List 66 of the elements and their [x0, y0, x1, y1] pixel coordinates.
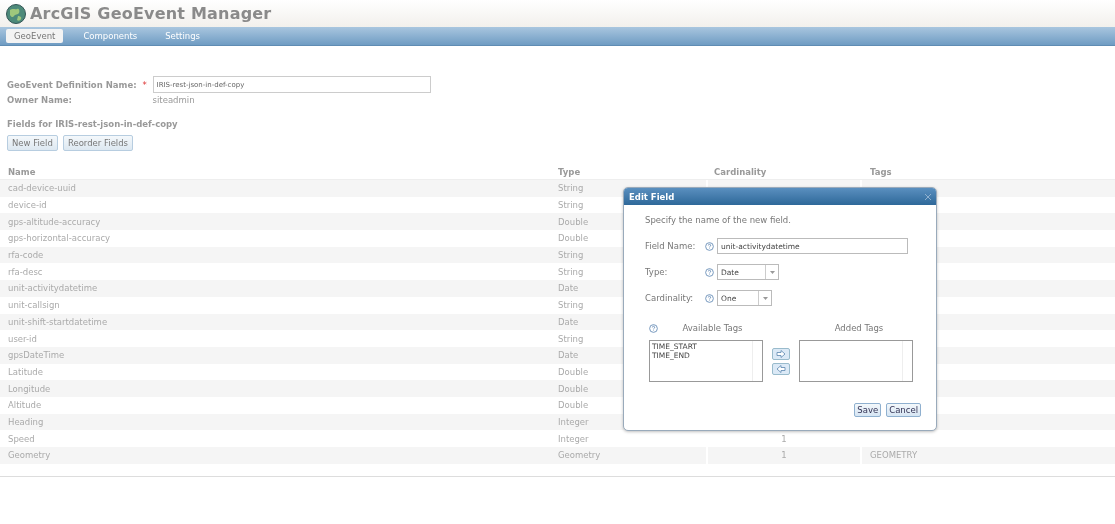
owner-value: siteadmin [152, 95, 196, 105]
table-cell: rfa-code [8, 250, 44, 261]
field-label: Owner Name: [7, 95, 73, 105]
table-cell: unit-shift-startdatetime [8, 316, 108, 327]
table-cell: Integer [558, 433, 589, 444]
table-cell: gps-horizontal-accuracy [8, 233, 111, 244]
dialog-button[interactable]: Save [854, 403, 882, 417]
table-cell: Double [558, 233, 589, 244]
table-cell: 1 [781, 433, 787, 444]
table-cell: String [558, 300, 584, 311]
help-icon[interactable] [649, 323, 661, 333]
table-cell: unit-callsign [8, 300, 60, 311]
field-label: GeoEvent Definition Name: [7, 79, 137, 90]
table-cell: Double [558, 216, 589, 227]
toolbar-button[interactable]: Reorder Fields [62, 135, 134, 151]
help-icon[interactable] [705, 241, 717, 251]
table-cell: Geometry [558, 450, 601, 461]
table-cell: Altitude [8, 400, 42, 411]
toolbar-button[interactable]: New Field [7, 135, 58, 151]
nav-tab[interactable]: GeoEvent [6, 29, 64, 43]
help-icon[interactable] [705, 267, 717, 277]
help-icon[interactable] [705, 293, 717, 303]
table-cell: Date [558, 350, 579, 361]
table-cell: gps-altitude-accuracy [8, 216, 101, 227]
table-cell: String [558, 266, 584, 277]
table-cell: Date [558, 316, 579, 327]
required-mark: * [142, 79, 148, 90]
section-heading: Fields for IRIS-rest-json-in-def-copy [7, 119, 179, 129]
caret-icon[interactable] [758, 291, 771, 305]
table-cell: Integer [558, 416, 589, 427]
globe-icon [6, 3, 26, 24]
table-cell: Date [558, 283, 579, 294]
table-cell: Heading [8, 416, 44, 427]
table-cell: Latitude [8, 366, 43, 377]
table-cell: String [558, 183, 584, 194]
close-icon[interactable] [925, 193, 931, 200]
table-cell: String [558, 333, 584, 344]
table-cell: String [558, 200, 584, 211]
caret-icon[interactable] [765, 265, 778, 279]
field-label: Field Name: [645, 241, 697, 251]
table-cell: Double [558, 400, 589, 411]
table-cell: Speed [8, 433, 35, 444]
list-label: Added Tags [833, 323, 885, 333]
table-cell: String [558, 250, 584, 261]
dialog-button[interactable]: Cancel [886, 403, 921, 417]
table-cell: Double [558, 366, 589, 377]
remove-tag-button[interactable] [772, 362, 790, 375]
table-cell: GEOMETRY [870, 450, 918, 461]
app-title: ArcGIS GeoEvent Manager [30, 4, 272, 23]
table-cell: device-id [8, 200, 47, 211]
dialog-title: Edit Field [629, 191, 675, 202]
table-cell: Longitude [8, 383, 51, 394]
dialog-description: Specify the name of the new field. [645, 215, 792, 225]
field-label: Type: [645, 267, 669, 277]
table-cell: 1 [781, 450, 787, 461]
table-cell: Double [558, 383, 589, 394]
field-label: Cardinality: [645, 293, 695, 303]
table-cell: rfa-desc [8, 266, 43, 277]
table-cell: Geometry [8, 450, 51, 461]
table-cell: cad-device-uuid [8, 183, 76, 194]
add-tag-button[interactable] [772, 347, 790, 360]
list-label: Available Tags [681, 323, 744, 333]
added-tags-list[interactable] [799, 340, 913, 382]
table-cell: gpsDateTime [8, 350, 65, 361]
table-cell: user-id [8, 333, 37, 344]
table-cell: unit-activitydatetime [8, 283, 98, 294]
